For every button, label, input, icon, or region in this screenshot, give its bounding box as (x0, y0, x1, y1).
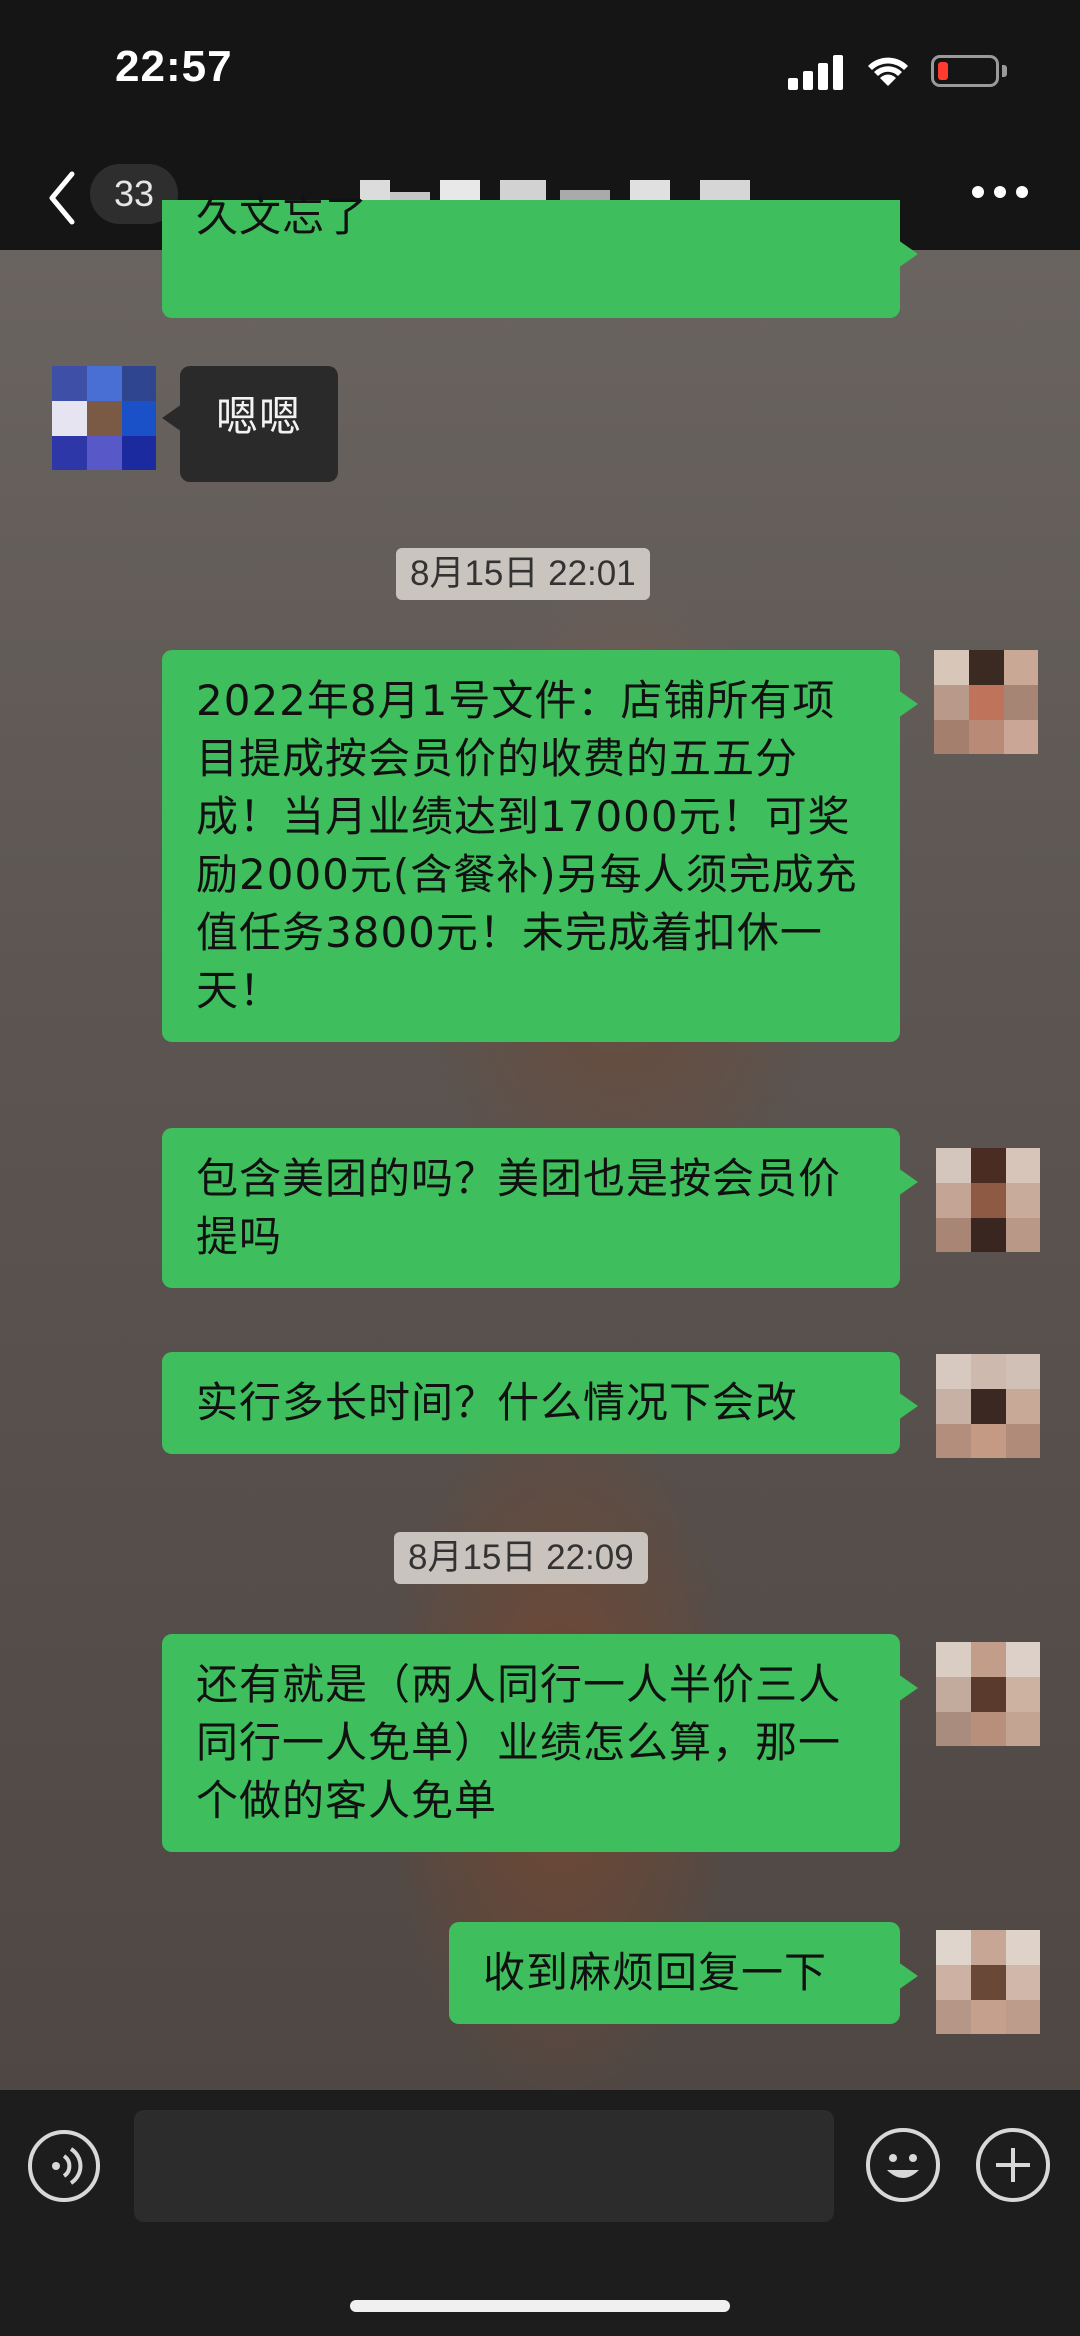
avatar-self[interactable] (936, 1930, 1040, 2034)
message-input[interactable] (134, 2110, 834, 2222)
message-bubble-outgoing[interactable]: 包含美团的吗？美团也是按会员价提吗 (162, 1128, 918, 1288)
avatar-self[interactable] (936, 1354, 1040, 1458)
voice-icon[interactable] (28, 2130, 100, 2202)
message-bubble-outgoing[interactable]: 2022年8月1号文件：店铺所有项目提成按会员价的收费的五五分成！当月业绩达到1… (162, 650, 918, 1042)
emoji-icon[interactable] (866, 2128, 940, 2202)
message-text: 收到麻烦回复一下 (483, 1948, 828, 1997)
signal-icon (788, 54, 844, 90)
message-bubble-outgoing[interactable]: 收到麻烦回复一下 (449, 1922, 918, 2024)
avatar-self[interactable] (934, 650, 1038, 754)
message-text: 嗯嗯 (216, 392, 303, 441)
wifi-icon (868, 57, 908, 86)
message-bubble-outgoing[interactable]: 还有就是（两人同行一人半价三人同行一人免单）业绩怎么算，那一个做的客人免单 (162, 1634, 918, 1852)
message-bubble-outgoing[interactable]: 实行多长时间？什么情况下会改 (162, 1352, 918, 1454)
timestamp: 8月15日 22:09 (394, 1532, 648, 1584)
battery-icon (931, 55, 999, 87)
battery-tip (1002, 65, 1007, 77)
back-chevron-icon[interactable] (44, 168, 80, 228)
message-text: 久文忘了 (196, 192, 369, 241)
avatar-self[interactable] (936, 1642, 1040, 1746)
timestamp: 8月15日 22:01 (396, 548, 650, 600)
avatar-self[interactable] (936, 1148, 1040, 1252)
home-indicator[interactable] (350, 2300, 730, 2312)
message-text: 实行多长时间？什么情况下会改 (196, 1378, 799, 1427)
message-bubble-incoming[interactable]: 嗯嗯 (161, 366, 339, 482)
add-icon[interactable] (976, 2128, 1050, 2202)
message-text: 还有就是（两人同行一人半价三人同行一人免单）业绩怎么算，那一个做的客人免单 (196, 1660, 842, 1825)
message-bubble-outgoing[interactable]: 久文忘了 (162, 192, 918, 318)
avatar-contact[interactable] (52, 366, 156, 470)
status-time: 22:57 (115, 42, 233, 91)
more-icon[interactable] (972, 186, 1032, 202)
message-text: 2022年8月1号文件：店铺所有项目提成按会员价的收费的五五分成！当月业绩达到1… (196, 676, 858, 1015)
status-bar: 22:57 (0, 0, 1080, 150)
message-text: 包含美团的吗？美团也是按会员价提吗 (196, 1154, 842, 1261)
